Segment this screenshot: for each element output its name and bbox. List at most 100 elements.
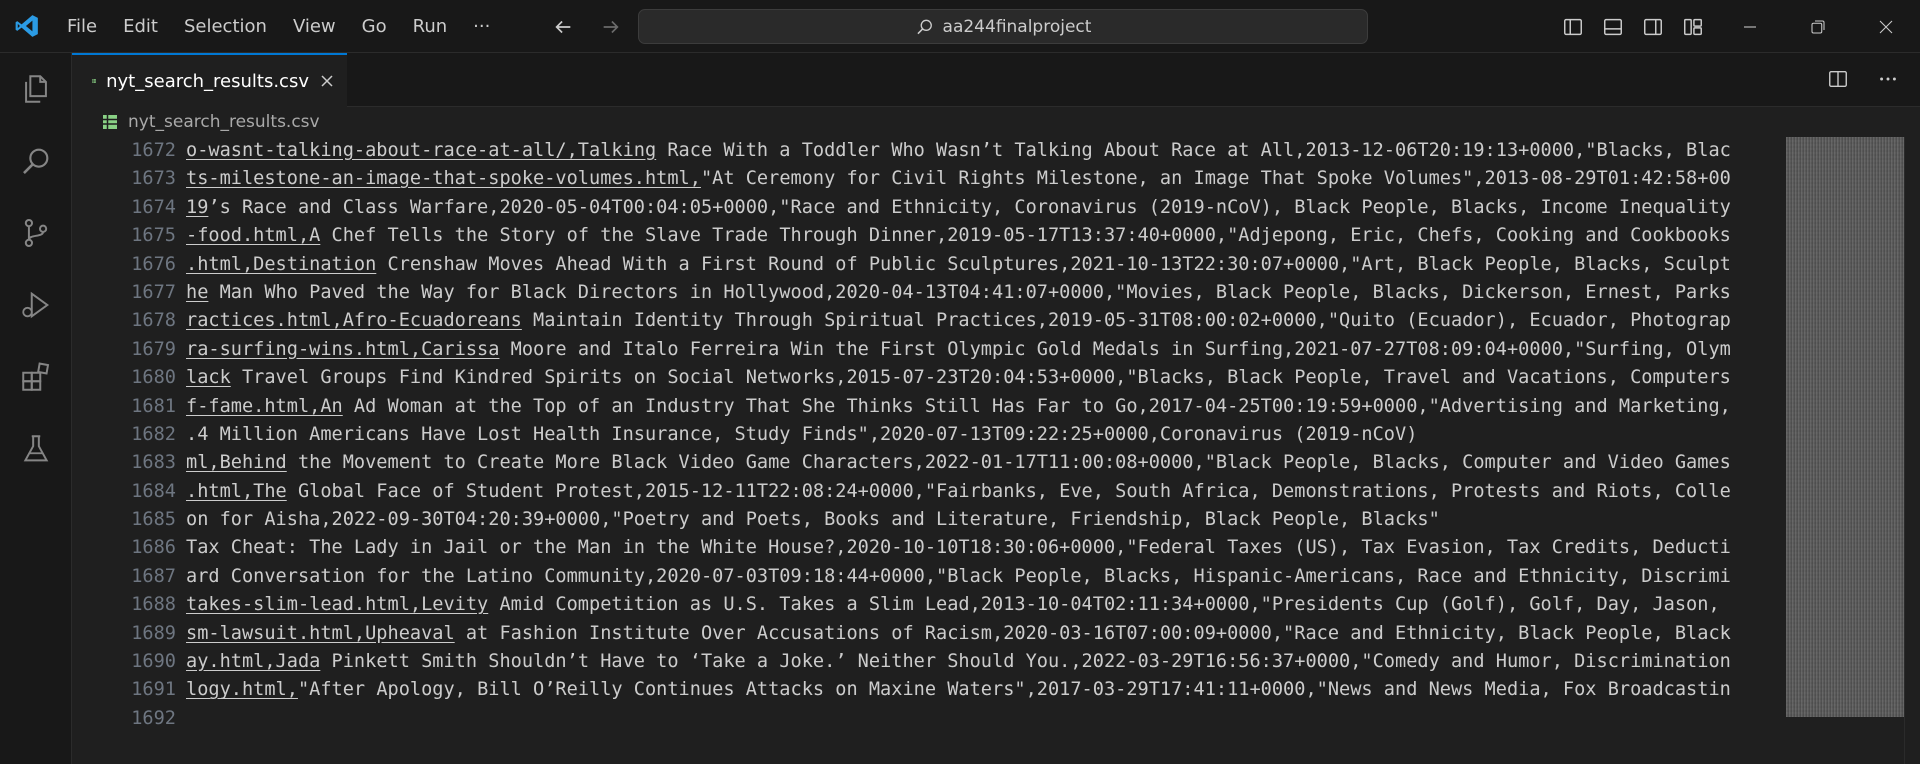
code-line-text: Crenshaw Moves Ahead With a First Round … [376, 253, 1731, 275]
line-number: 1674 [131, 196, 176, 218]
line-number-gutter: 1672 1673 1674 1675 1676 1677 1678 1679 1680 1681… [72, 137, 176, 733]
menu-selection[interactable]: Selection [171, 0, 280, 53]
code-line[interactable]: sm-lawsuit.html,Upheaval at Fashion Inst… [186, 620, 1786, 648]
code-line[interactable]: .4 Million Americans Have Lost Health In… [186, 421, 1786, 449]
code-line-link[interactable]: -food.html,A [186, 225, 320, 246]
search-view-icon[interactable] [0, 125, 72, 197]
code-line[interactable] [186, 705, 1786, 733]
code-line-link[interactable]: lack [186, 367, 231, 388]
code-line[interactable]: .html,Destination Crenshaw Moves Ahead W… [186, 251, 1786, 279]
line-number: 1684 [131, 480, 176, 502]
activity-bar [0, 53, 72, 764]
code-line[interactable]: ra-surfing-wins.html,Carissa Moore and I… [186, 336, 1786, 364]
code-line-link[interactable]: o-wasnt-talking-about-race-at-all/,Talki… [186, 140, 656, 161]
close-window-icon[interactable] [1852, 0, 1920, 53]
code-line[interactable]: f-fame.html,An Ad Woman at the Top of an… [186, 393, 1786, 421]
menu-file[interactable]: File [54, 0, 110, 53]
code-line-link[interactable]: ay.html,Jada [186, 651, 320, 672]
code-line-text: at Fashion Institute Over Accusations of… [454, 622, 1731, 644]
line-number: 1678 [131, 310, 176, 332]
code-line-text: ard Conversation for the Latino Communit… [186, 565, 1731, 587]
close-tab-icon[interactable] [319, 70, 335, 92]
layout-controls [1560, 0, 1706, 53]
toggle-panel-icon[interactable] [1600, 14, 1626, 40]
navigation-arrows [548, 0, 626, 53]
menu-edit[interactable]: Edit [110, 0, 171, 53]
line-number: 1687 [131, 565, 176, 587]
customize-layout-icon[interactable] [1680, 14, 1706, 40]
code-line-link[interactable]: ml,Behind [186, 452, 287, 473]
tab-nyt-search-results[interactable]: nyt_search_results.csv [72, 53, 347, 107]
menu-view[interactable]: View [280, 0, 349, 53]
extensions-icon[interactable] [0, 341, 72, 413]
line-number: 1675 [131, 225, 176, 247]
menu-run[interactable]: Run [400, 0, 461, 53]
command-center-search[interactable]: aa244finalproject [638, 9, 1368, 44]
run-and-debug-icon[interactable] [0, 269, 72, 341]
back-arrow-icon[interactable] [548, 12, 578, 42]
more-actions-icon[interactable] [1874, 65, 1902, 93]
title-bar: File Edit Selection View Go Run ··· aa24… [0, 0, 1920, 53]
code-line-link[interactable]: ractices.html,Afro-Ecuadoreans [186, 310, 522, 331]
code-line-text: Chef Tells the Story of the Slave Trade … [320, 225, 1731, 247]
code-line-link[interactable]: logy.html, [186, 679, 298, 700]
code-line-link[interactable]: sm-lawsuit.html,Upheaval [186, 623, 455, 644]
code-line-link[interactable]: ts-milestone-an-image-that-spoke-volumes… [186, 168, 701, 189]
code-line-link[interactable]: f-fame.html,An [186, 396, 343, 417]
code-content[interactable]: o-wasnt-talking-about-race-at-all/,Talki… [186, 137, 1786, 733]
code-line-text: the Movement to Create More Black Video … [286, 452, 1731, 474]
code-line[interactable]: 19’s Race and Class Warfare,2020-05-04T0… [186, 194, 1786, 222]
code-line-text: Ad Woman at the Top of an Industry That … [342, 395, 1731, 417]
minimap[interactable] [1786, 137, 1904, 717]
code-line-link[interactable]: ra-surfing-wins.html,Carissa [186, 339, 499, 360]
code-line-link[interactable]: 19 [186, 197, 208, 218]
csv-file-icon [103, 115, 117, 129]
code-line[interactable]: he Man Who Paved the Way for Black Direc… [186, 279, 1786, 307]
explorer-icon[interactable] [0, 53, 72, 125]
testing-flask-icon[interactable] [0, 413, 72, 485]
forward-arrow-icon[interactable] [596, 12, 626, 42]
code-line-link[interactable]: he [186, 282, 208, 303]
code-line-text: Race With a Toddler Who Wasn’t Talking A… [656, 140, 1731, 161]
line-number: 1679 [131, 338, 176, 360]
code-line-text: Amid Competition as U.S. Takes a Slim Le… [488, 594, 1720, 616]
code-line[interactable]: Tax Cheat: The Lady in Jail or the Man i… [186, 534, 1786, 562]
vertical-scrollbar[interactable] [1904, 137, 1920, 764]
code-line[interactable]: ml,Behind the Movement to Create More Bl… [186, 449, 1786, 477]
vscode-logo-icon [0, 0, 54, 53]
code-line[interactable]: -food.html,A Chef Tells the Story of the… [186, 222, 1786, 250]
code-line-text: .4 Million Americans Have Lost Health In… [186, 423, 1418, 445]
code-line[interactable]: ts-milestone-an-image-that-spoke-volumes… [186, 165, 1786, 193]
line-number: 1681 [131, 395, 176, 417]
minimize-icon[interactable] [1716, 0, 1784, 53]
editor-actions [1824, 65, 1902, 93]
code-line[interactable]: takes-slim-lead.html,Levity Amid Competi… [186, 591, 1786, 619]
code-line[interactable]: logy.html,"After Apology, Bill O’Reilly … [186, 676, 1786, 704]
editor-area[interactable]: 1672 1673 1674 1675 1676 1677 1678 1679 1680 1681… [72, 137, 1920, 764]
code-line-link[interactable]: .html,The [186, 481, 287, 502]
menu-go[interactable]: Go [349, 0, 400, 53]
tab-label: nyt_search_results.csv [106, 70, 309, 92]
code-line[interactable]: o-wasnt-talking-about-race-at-all/,Talki… [186, 137, 1786, 165]
code-line-link[interactable]: takes-slim-lead.html,Levity [186, 594, 488, 615]
code-line[interactable]: lack Travel Groups Find Kindred Spirits … [186, 364, 1786, 392]
breadcrumb-file[interactable]: nyt_search_results.csv [128, 112, 320, 132]
breadcrumb: nyt_search_results.csv [72, 107, 1920, 137]
menu-more[interactable]: ··· [460, 0, 503, 53]
toggle-secondary-sidebar-icon[interactable] [1640, 14, 1666, 40]
toggle-primary-sidebar-icon[interactable] [1560, 14, 1586, 40]
code-line[interactable]: ay.html,Jada Pinkett Smith Shouldn’t Hav… [186, 648, 1786, 676]
code-line-link[interactable]: .html,Destination [186, 254, 376, 275]
csv-file-icon [92, 79, 96, 83]
code-line-text: Travel Groups Find Kindred Spirits on So… [230, 367, 1731, 389]
code-line[interactable]: ard Conversation for the Latino Communit… [186, 563, 1786, 591]
code-line[interactable]: ractices.html,Afro-Ecuadoreans Maintain … [186, 307, 1786, 335]
code-line-text: Tax Cheat: The Lady in Jail or the Man i… [186, 537, 1731, 559]
restore-icon[interactable] [1784, 0, 1852, 53]
source-control-icon[interactable] [0, 197, 72, 269]
code-line[interactable]: .html,The Global Face of Student Protest… [186, 478, 1786, 506]
code-line-text: "After Apology, Bill O’Reilly Continues … [297, 679, 1731, 701]
code-line[interactable]: on for Aisha,2022-09-30T04:20:39+0000,"P… [186, 506, 1786, 534]
minimap-slider[interactable] [1786, 137, 1904, 717]
split-editor-icon[interactable] [1824, 65, 1852, 93]
